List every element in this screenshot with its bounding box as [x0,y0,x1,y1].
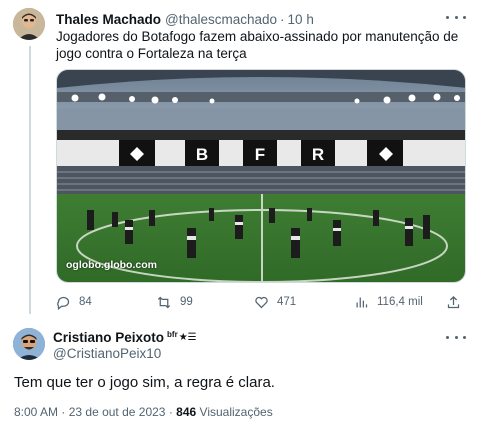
tweet-date[interactable]: 23 de out de 2023 [69,405,166,419]
like-count: 471 [277,296,297,308]
tweet-media-photo[interactable]: B F R [56,69,466,283]
author-name[interactable]: Cristiano Peixoto [53,330,164,345]
name-emoji-stars: ★☰ [178,332,197,343]
views-count: 116,4 mil [377,296,423,308]
stand-letter-f: F [255,145,265,164]
separator-dot: · [280,11,285,27]
reply-count: 84 [79,296,92,308]
stand-letter-b: B [196,145,208,164]
more-options-icon[interactable] [446,9,466,25]
tweet-time[interactable]: 10 h [288,12,314,27]
more-options-icon[interactable] [446,329,466,345]
tweet-actions-bar: 84 99 471 116,4 mil [56,293,466,311]
separator-dot: · [61,405,66,419]
name-badge: bfr [167,330,178,339]
avatar[interactable] [13,328,45,360]
separator-dot: · [168,405,173,419]
share-button[interactable] [446,293,469,311]
heart-icon [255,296,268,308]
views-label: Visualizações [199,405,273,419]
author-handle[interactable]: @CristianoPeix10 [53,346,161,361]
views-button[interactable]: 116,4 mil [354,293,423,311]
retweet-button[interactable]: 99 [156,293,193,311]
retweet-count: 99 [180,296,193,308]
media-watermark: oglobo.globo.com [66,259,157,271]
views-bar-chart-icon [356,297,368,307]
avatar[interactable] [13,8,45,40]
views-count: 846 [176,405,197,419]
author-name[interactable]: Thales Machado [56,12,161,27]
tweet-metadata: 8:00 AM · 23 de out de 2023 · 846 Visual… [14,405,273,419]
reply-icon [57,296,70,310]
tweet-text: Jogadores do Botafogo fazem abaixo-assin… [56,29,459,61]
share-icon [447,295,460,308]
tweet-cristiano[interactable]: Cristiano Peixoto bfr ★☰ @CristianoPeix1… [0,316,480,433]
stand-letter-r: R [312,145,324,164]
tweet-time[interactable]: 8:00 AM [14,405,58,419]
tweet-text: Tem que ter o jogo sim, a regra é clara. [14,374,275,391]
retweet-icon [157,296,171,308]
author-handle[interactable]: @thalescmachado [165,12,277,27]
tweet-thales[interactable]: Thales Machado @thalescmachado · 10 h Jo… [0,0,480,316]
reply-button[interactable]: 84 [56,293,92,311]
like-button[interactable]: 471 [254,293,296,311]
